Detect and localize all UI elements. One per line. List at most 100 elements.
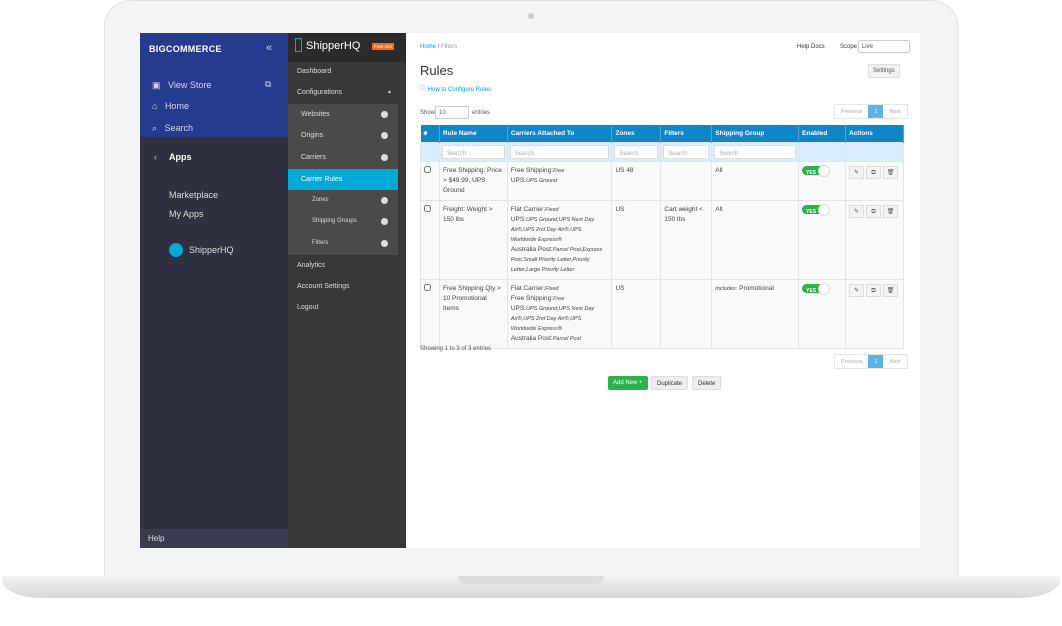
back-icon[interactable]: ‹	[154, 152, 157, 162]
info-icon	[381, 154, 388, 161]
duplicate-button[interactable]: Duplicate	[651, 376, 689, 390]
shipperhq-logo-icon	[295, 38, 302, 52]
trash-icon[interactable]: 🗑	[883, 283, 898, 297]
col-actions: Actions	[845, 125, 904, 142]
carrier-name: UPS:	[510, 304, 526, 312]
nav-websites[interactable]: Websites	[301, 111, 330, 118]
row-checkbox[interactable]	[424, 165, 431, 173]
search-link[interactable]: ⌕ Search	[152, 123, 193, 134]
free-trial-badge: Free trial	[372, 43, 394, 50]
settings-button[interactable]: Settings	[868, 64, 900, 78]
help-label: Help	[148, 534, 165, 543]
edit-icon[interactable]: ✎	[849, 204, 864, 218]
scope-select[interactable]: Live	[858, 40, 910, 53]
shipperhq-app-link[interactable]: ShipperHQ	[189, 245, 234, 255]
prev-button[interactable]: Previous	[835, 355, 868, 368]
my-apps-link[interactable]: My Apps	[169, 209, 204, 219]
search-rule-name[interactable]: Search	[441, 144, 505, 159]
help-bar[interactable]: Help	[140, 529, 288, 548]
shipping-group-cell: Includes: Promotional	[711, 278, 800, 349]
group: All	[715, 205, 723, 213]
row-checkbox[interactable]	[424, 283, 431, 291]
enabled-toggle[interactable]: YES	[802, 282, 831, 295]
search-carriers[interactable]: Search	[509, 144, 610, 159]
col-carriers[interactable]: Carriers Attached To	[507, 125, 613, 142]
col-enabled[interactable]: Enabled	[798, 125, 846, 142]
filters-cell	[660, 160, 713, 201]
next-button[interactable]: Next	[883, 105, 906, 118]
copy-icon[interactable]: ⧉	[866, 283, 881, 297]
nav-dashboard[interactable]: Dashboard	[297, 68, 331, 75]
edit-icon[interactable]: ✎	[849, 165, 864, 179]
laptop-notch	[458, 576, 604, 584]
enabled-toggle[interactable]: YES	[802, 164, 831, 177]
view-store-link[interactable]: ▣ View Store	[152, 80, 211, 91]
trash-icon[interactable]: 🗑	[883, 165, 898, 179]
bigcommerce-header: BIGCOMMERCE « ▣ View Store ⧉ ⌂ Home ⌕ Se…	[140, 33, 288, 137]
pagination-bottom: Previous 1 Next	[834, 354, 908, 369]
trash-icon[interactable]: 🗑	[883, 204, 898, 218]
nav-analytics[interactable]: Analytics	[297, 262, 325, 269]
rule-name[interactable]: Free Shipping: Price > $49.99, UPS Groun…	[438, 160, 508, 201]
page-1-button[interactable]: 1	[868, 105, 884, 118]
nav-logout[interactable]: Logout	[297, 304, 318, 311]
zones-cell: US	[611, 199, 662, 280]
showing-entries: Showing 1 to 3 of 3 entries	[420, 346, 492, 352]
carriers-cell: Flat Carrier:Fixed UPS:UPS Ground,UPS Nex…	[506, 199, 613, 280]
marketplace-link[interactable]: Marketplace	[169, 190, 218, 200]
select-all-checkbox[interactable]: ■	[420, 125, 440, 142]
nav-configurations[interactable]: Configurations	[297, 89, 342, 96]
search-zones[interactable]: Search	[614, 144, 659, 159]
nav-filters[interactable]: Filters	[312, 240, 328, 246]
edit-icon[interactable]: ✎	[849, 283, 864, 297]
search-filters[interactable]: Search	[663, 144, 710, 159]
copy-icon[interactable]: ⧉	[866, 165, 881, 179]
rule-name[interactable]: Free Shipping Qty > 10 Promotional Items	[438, 278, 508, 349]
breadcrumb-home[interactable]: Home	[420, 44, 436, 50]
enabled-toggle[interactable]: YES	[802, 203, 831, 216]
col-shipping-group[interactable]: Shipping Group	[711, 125, 800, 142]
copy-icon[interactable]: ⧉	[866, 204, 881, 218]
delete-button[interactable]: Delete	[692, 376, 722, 390]
label: How to Configure Rules	[427, 87, 492, 93]
nav-zones[interactable]: Zones	[312, 197, 329, 203]
row-checkbox[interactable]	[424, 204, 431, 212]
next-button[interactable]: Next	[883, 355, 906, 368]
shipping-group-cell: All	[711, 160, 800, 201]
rule-name[interactable]: Freight: Weight > 150 lbs	[438, 199, 508, 280]
external-link-icon[interactable]: ⧉	[265, 79, 271, 90]
nav-origins[interactable]: Origins	[301, 132, 323, 139]
carrier-methods: Free	[553, 295, 565, 302]
info-icon	[381, 218, 388, 225]
home-link[interactable]: ⌂ Home	[152, 101, 189, 111]
filters-cell	[660, 278, 713, 349]
col-filters[interactable]: Filters	[660, 125, 713, 142]
how-to-link[interactable]: ⓘ How to Configure Rules	[420, 84, 491, 93]
nav-shipping-groups[interactable]: Shipping Groups	[312, 218, 357, 224]
shipperhq-logo: ShipperHQ	[306, 40, 361, 52]
page-1-button[interactable]: 1	[868, 355, 884, 368]
col-rule-name[interactable]: Rule Name	[439, 125, 508, 142]
filters-cell: Cart weight < 150 lbs	[660, 199, 713, 280]
nav-account-settings[interactable]: Account Settings	[297, 283, 350, 290]
nav-carriers[interactable]: Carriers	[301, 154, 326, 161]
help-docs-link[interactable]: Help Docs	[797, 44, 825, 50]
main-content: Home / Filters Help Docs Scope Live Rule…	[406, 33, 920, 548]
nav-carrier-rules[interactable]: Carrier Rules	[288, 169, 398, 190]
shipperhq-nav: ShipperHQ Free trial Dashboard Configura…	[288, 33, 406, 548]
add-new-button[interactable]: Add New +	[608, 376, 648, 390]
breadcrumb-current: Filters	[441, 44, 458, 50]
search-shipping-group[interactable]: Search	[714, 144, 797, 159]
carrier-name: UPS:	[510, 176, 526, 184]
prev-button[interactable]: Previous	[835, 105, 868, 118]
group-prefix: Includes:	[715, 285, 738, 292]
carrier-name: Australia Post:	[510, 245, 553, 253]
rules-table: ■ Rule Name Carriers Attached To Zones F…	[420, 125, 904, 349]
table-row: Freight: Weight > 150 lbs Flat Carrier:F…	[420, 199, 904, 280]
carrier-methods: Free	[553, 167, 565, 174]
camera	[528, 13, 534, 19]
collapse-icon[interactable]: «	[266, 42, 272, 54]
col-zones[interactable]: Zones	[611, 125, 662, 142]
entries-select[interactable]: 10	[435, 106, 469, 119]
label: Home	[164, 101, 189, 111]
